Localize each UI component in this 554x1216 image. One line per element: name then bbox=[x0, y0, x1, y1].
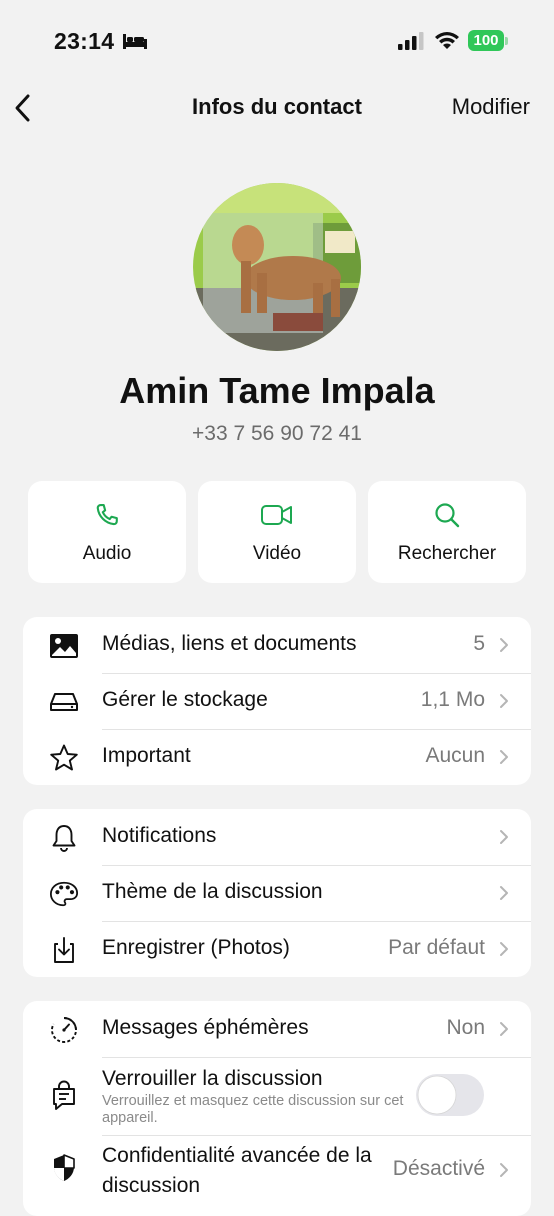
bell-icon bbox=[52, 825, 76, 852]
phone-icon bbox=[96, 504, 118, 526]
row-label: Thème de la discussion bbox=[102, 880, 323, 903]
contact-phone: +33 7 56 90 72 41 bbox=[192, 422, 362, 445]
video-icon bbox=[261, 505, 292, 525]
status-time: 23:14 bbox=[54, 28, 115, 54]
edit-button[interactable]: Modifier bbox=[452, 94, 530, 120]
star-icon bbox=[50, 744, 78, 771]
row-label: Notifications bbox=[102, 824, 217, 847]
nav-bar: Infos du contact Modifier bbox=[0, 80, 554, 136]
notifications-row[interactable]: Notifications bbox=[23, 809, 531, 865]
row-label: Messages éphémères bbox=[102, 1016, 309, 1039]
timer-icon bbox=[51, 1017, 77, 1043]
row-label: Important bbox=[102, 744, 191, 767]
audio-label: Audio bbox=[82, 543, 132, 564]
image-icon bbox=[50, 634, 78, 658]
row-value: Désactivé bbox=[392, 1157, 485, 1180]
battery-indicator: 100 bbox=[468, 30, 504, 51]
chevron-right-icon bbox=[500, 1163, 508, 1177]
video-call-button[interactable]: Vidéo bbox=[198, 481, 356, 583]
audio-call-button[interactable]: Audio bbox=[28, 481, 186, 583]
media-links-docs-row[interactable]: Médias, liens et documents 5 bbox=[23, 617, 531, 673]
save-photos-row[interactable]: Enregistrer (Photos) Par défaut bbox=[23, 921, 531, 977]
avatar[interactable] bbox=[193, 183, 361, 351]
search-label: Rechercher bbox=[397, 543, 497, 564]
chat-theme-row[interactable]: Thème de la discussion bbox=[23, 865, 531, 921]
media-section: Médias, liens et documents 5 Gérer le st… bbox=[23, 617, 531, 785]
shield-icon bbox=[54, 1154, 75, 1181]
search-icon bbox=[435, 503, 460, 528]
status-bar: 23:14 100 bbox=[0, 0, 554, 80]
row-label: Enregistrer (Photos) bbox=[102, 936, 290, 959]
row-value: Aucun bbox=[425, 744, 485, 767]
chevron-right-icon bbox=[500, 750, 508, 764]
chevron-right-icon bbox=[500, 694, 508, 708]
palette-icon bbox=[49, 881, 79, 907]
search-button[interactable]: Rechercher bbox=[368, 481, 526, 583]
row-label: Médias, liens et documents bbox=[102, 632, 357, 655]
storage-icon bbox=[50, 693, 78, 711]
contact-name: Amin Tame Impala bbox=[119, 370, 435, 411]
row-value: 1,1 Mo bbox=[420, 688, 485, 711]
signal-icon bbox=[398, 32, 424, 50]
row-value: 5 bbox=[473, 632, 485, 655]
chevron-right-icon bbox=[500, 638, 508, 652]
important-row[interactable]: Important Aucun bbox=[23, 729, 531, 785]
advanced-privacy-row[interactable]: Confidentialité avancée de la discussion… bbox=[23, 1135, 531, 1216]
video-label: Vidéo bbox=[252, 543, 302, 564]
battery-tip bbox=[505, 37, 508, 45]
row-value: Par défaut bbox=[388, 936, 485, 959]
manage-storage-row[interactable]: Gérer le stockage 1,1 Mo bbox=[23, 673, 531, 729]
avatar-photo bbox=[193, 183, 361, 351]
settings-section: Notifications Thème de la discussion Enr… bbox=[23, 809, 531, 977]
row-label: Verrouiller la discussion bbox=[102, 1067, 323, 1090]
row-value: Non bbox=[446, 1016, 485, 1039]
wifi-icon bbox=[435, 32, 459, 49]
chevron-right-icon bbox=[500, 942, 508, 956]
bed-icon bbox=[123, 34, 147, 49]
ephemeral-messages-row[interactable]: Messages éphémères Non bbox=[23, 1001, 531, 1057]
chevron-right-icon bbox=[500, 830, 508, 844]
download-icon bbox=[54, 937, 74, 963]
chevron-right-icon bbox=[500, 886, 508, 900]
row-label: Confidentialité avancée de la discussion bbox=[102, 1144, 372, 1197]
row-label: Gérer le stockage bbox=[102, 688, 268, 711]
lock-chat-toggle[interactable] bbox=[415, 1073, 485, 1117]
lock-chat-icon bbox=[53, 1080, 75, 1110]
chevron-right-icon bbox=[500, 1022, 508, 1036]
lock-chat-description: Verrouillez et masquez cette discussion … bbox=[102, 1093, 404, 1126]
